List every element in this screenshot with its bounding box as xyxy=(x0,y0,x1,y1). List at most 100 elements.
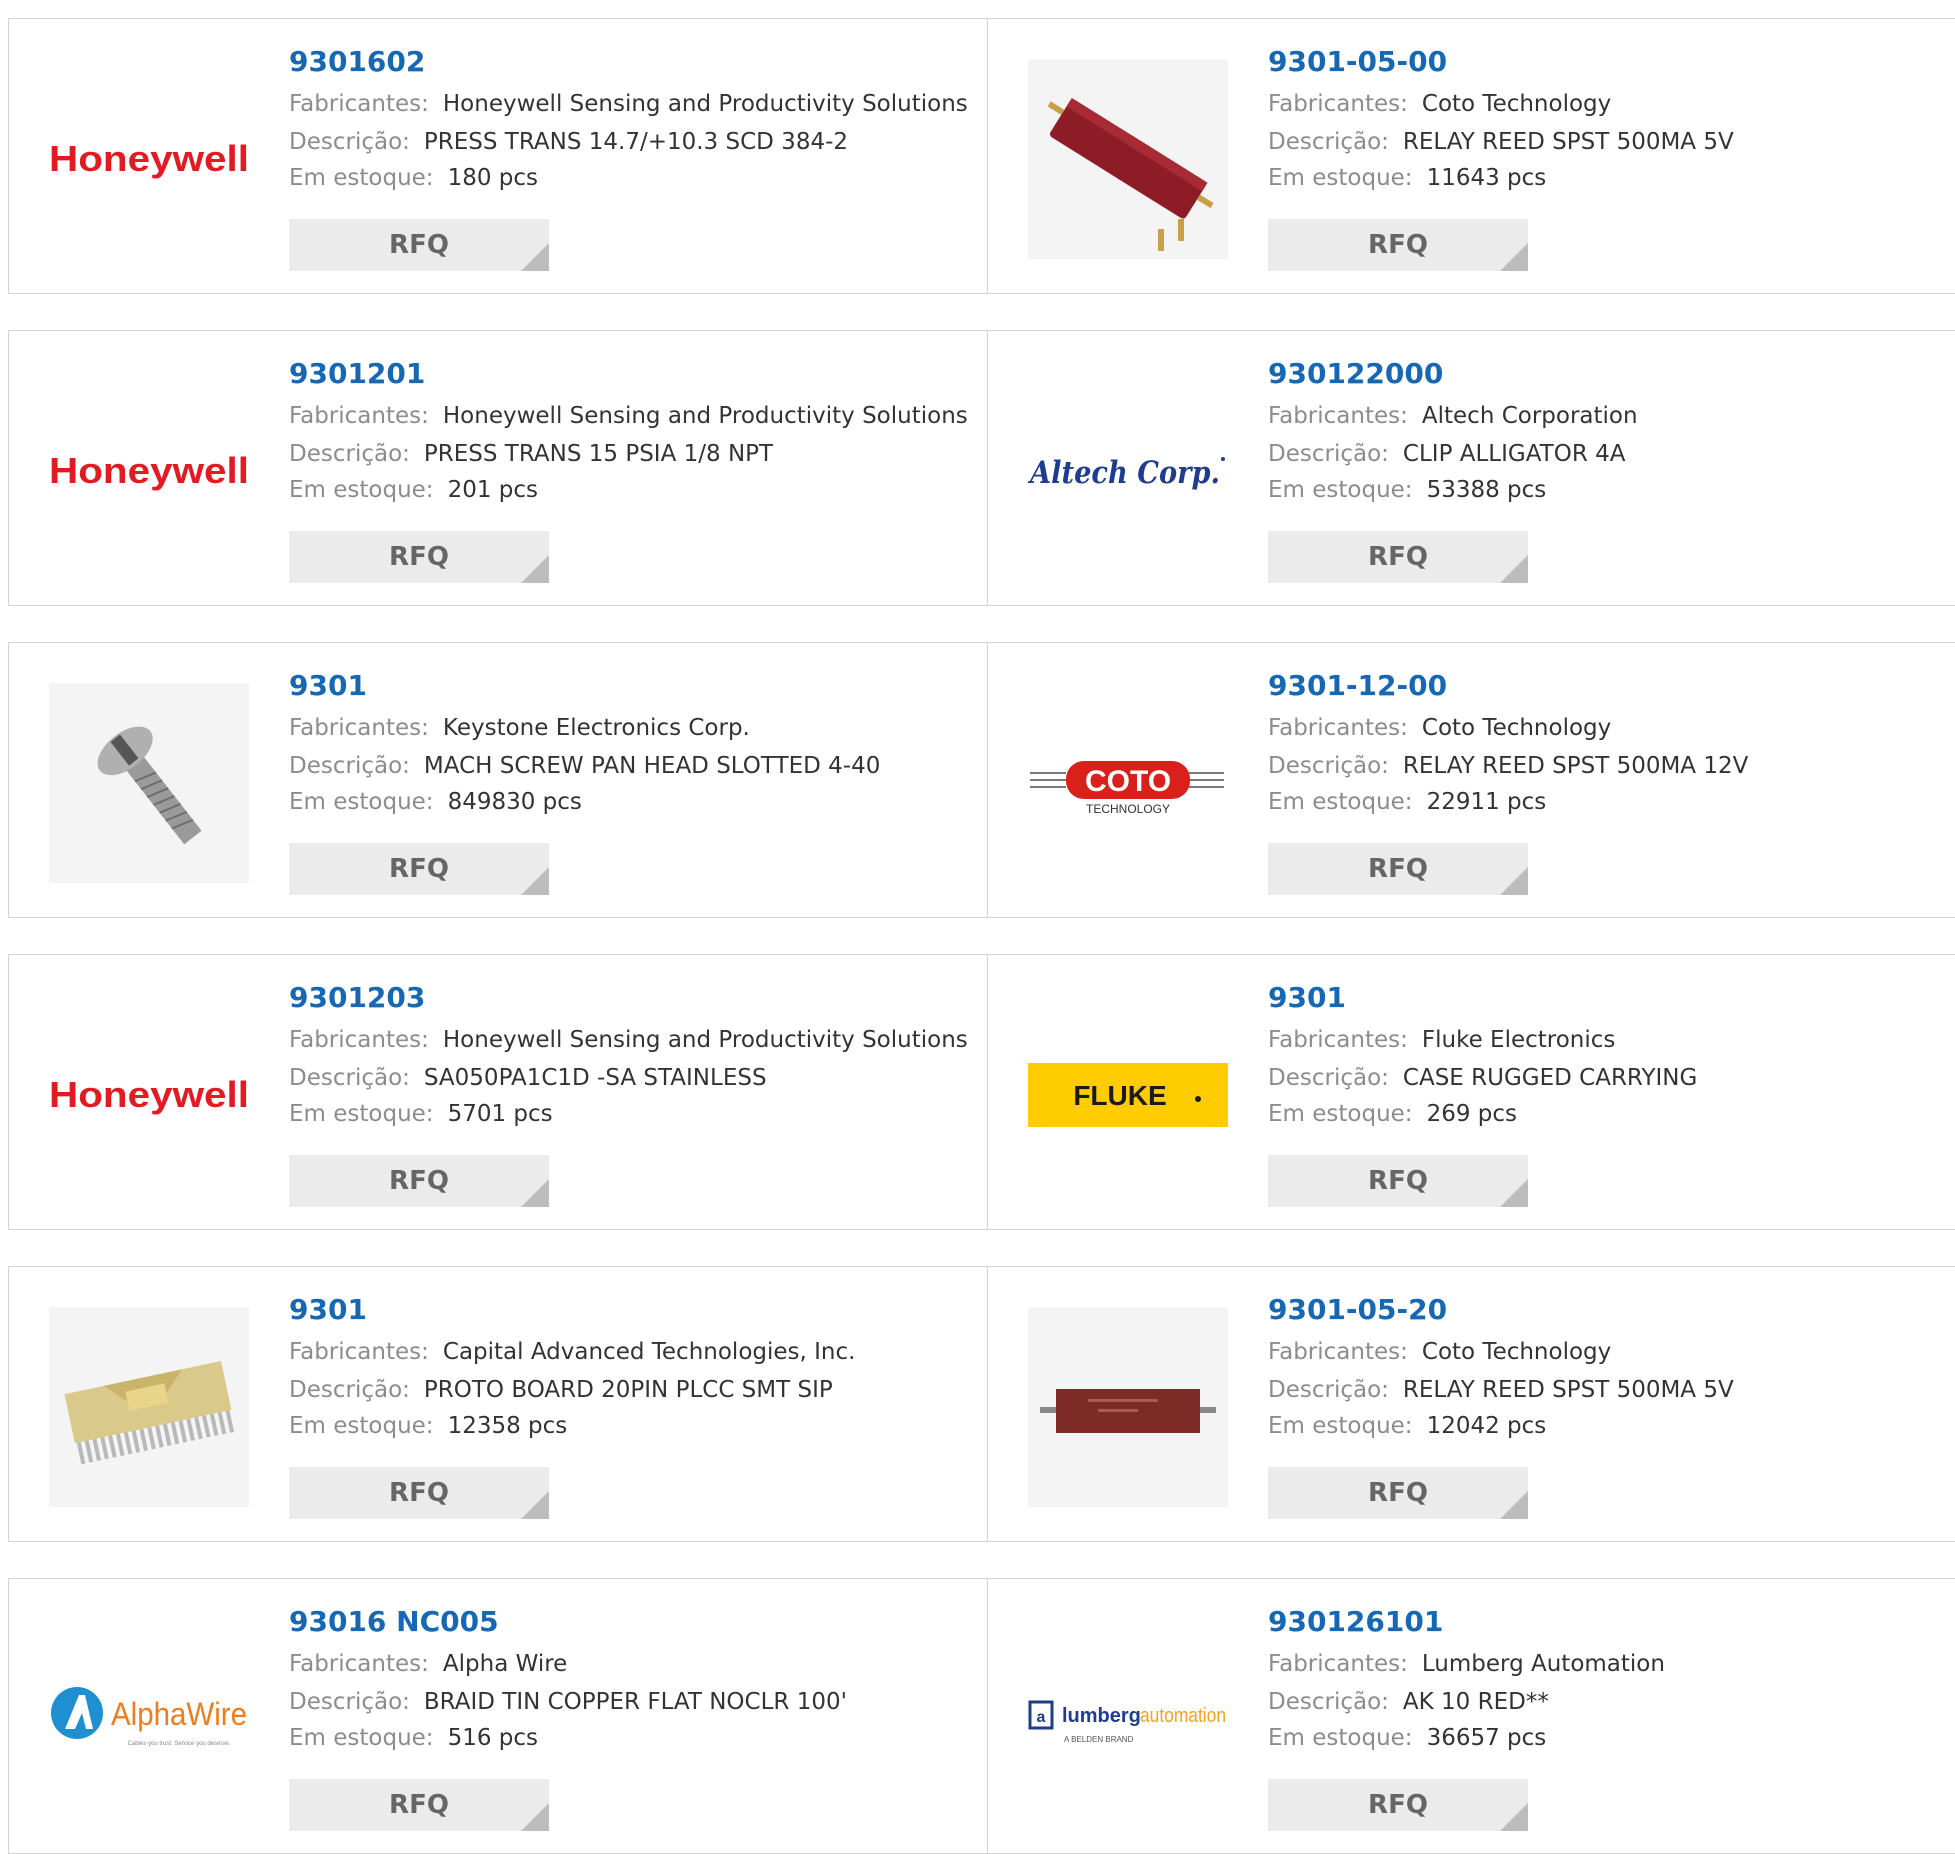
description-row: Descrição: RELAY REED SPST 500MA 5V xyxy=(1268,1377,1734,1403)
product-image[interactable]: a lumberg automation A BELDEN BRAND xyxy=(1028,1619,1228,1819)
product-image[interactable]: Honeywell xyxy=(49,995,249,1195)
rfq-button[interactable]: RFQ xyxy=(289,1779,549,1831)
product-card: 9301 Fabricantes: Capital Advanced Techno… xyxy=(8,1266,988,1542)
svg-text:automation: automation xyxy=(1140,1705,1226,1727)
product-image[interactable] xyxy=(1028,1307,1228,1507)
rfq-button-label: RFQ xyxy=(1368,542,1428,572)
stock-value: 269 pcs xyxy=(1426,1101,1518,1127)
rfq-button-label: RFQ xyxy=(389,230,449,260)
coto-logo-icon: COTO TECHNOLOGY xyxy=(1030,761,1224,816)
part-number-link[interactable]: 9301-05-20 xyxy=(1268,1293,1447,1326)
description-label: Descrição: xyxy=(289,1065,410,1091)
description-row: Descrição: PRESS TRANS 14.7/+10.3 SCD 384… xyxy=(289,129,848,155)
corner-triangle-icon xyxy=(521,1803,549,1831)
product-image[interactable]: Honeywell xyxy=(49,59,249,259)
product-card: Honeywell 9301201 Fabricantes: Honeywell … xyxy=(8,330,988,606)
proto-board-photo-icon xyxy=(49,1307,249,1507)
part-number-link[interactable]: 9301-05-00 xyxy=(1268,45,1447,78)
svg-text:Honeywell: Honeywell xyxy=(49,138,249,179)
rfq-button[interactable]: RFQ xyxy=(1268,531,1528,583)
description-value: SA050PA1C1D -SA STAINLESS xyxy=(423,1065,767,1091)
corner-triangle-icon xyxy=(521,1179,549,1207)
stock-value: 53388 pcs xyxy=(1426,477,1547,503)
part-number-link[interactable]: 9301201 xyxy=(289,357,425,390)
part-number-link[interactable]: 9301 xyxy=(289,669,367,702)
stock-label: Em estoque: xyxy=(1268,1101,1413,1127)
product-image[interactable]: Honeywell xyxy=(49,371,249,571)
description-row: Descrição: BRAID TIN COPPER FLAT NOCLR 10… xyxy=(289,1689,847,1715)
description-value: RELAY REED SPST 500MA 12V xyxy=(1402,753,1749,779)
rfq-button[interactable]: RFQ xyxy=(1268,1155,1528,1207)
manufacturer-label: Fabricantes: xyxy=(1268,1027,1408,1053)
rfq-button[interactable]: RFQ xyxy=(289,219,549,271)
description-label: Descrição: xyxy=(1268,753,1389,779)
description-row: Descrição: MACH SCREW PAN HEAD SLOTTED 4-… xyxy=(289,753,880,779)
stock-label: Em estoque: xyxy=(289,1413,434,1439)
part-number-link[interactable]: 9301 xyxy=(1268,981,1346,1014)
altech-logo-icon: Altech Corp. xyxy=(1028,455,1225,491)
description-value: RELAY REED SPST 500MA 5V xyxy=(1402,129,1734,155)
description-value: MACH SCREW PAN HEAD SLOTTED 4-40 xyxy=(423,753,881,779)
stock-value: 12358 pcs xyxy=(447,1413,568,1439)
product-card: 9301-05-20 Fabricantes: Coto Technology D… xyxy=(987,1266,1955,1542)
manufacturer-value: Altech Corporation xyxy=(1421,403,1638,429)
rfq-button[interactable]: RFQ xyxy=(289,1467,549,1519)
product-image[interactable] xyxy=(49,1307,249,1507)
stock-row: Em estoque: 36657 pcs xyxy=(1268,1725,1546,1751)
description-row: Descrição: RELAY REED SPST 500MA 5V xyxy=(1268,129,1734,155)
part-number-link[interactable]: 9301203 xyxy=(289,981,425,1014)
rfq-button-label: RFQ xyxy=(389,1790,449,1820)
stock-label: Em estoque: xyxy=(289,165,434,191)
screw-photo-icon xyxy=(49,683,249,883)
manufacturer-row: Fabricantes: Fluke Electronics xyxy=(1268,1027,1615,1053)
manufacturer-row: Fabricantes: Lumberg Automation xyxy=(1268,1651,1665,1677)
rfq-button[interactable]: RFQ xyxy=(289,843,549,895)
manufacturer-value: Honeywell Sensing and Productivity Solut… xyxy=(442,1027,968,1053)
stock-row: Em estoque: 12358 pcs xyxy=(289,1413,567,1439)
honeywell-logo-icon: Honeywell xyxy=(49,138,249,179)
product-grid: Honeywell 9301602 Fabricantes: Honeywell … xyxy=(0,0,1955,1854)
stock-label: Em estoque: xyxy=(1268,477,1413,503)
description-label: Descrição: xyxy=(289,753,410,779)
product-image[interactable] xyxy=(49,683,249,883)
alphawire-logo-icon: AlphaWire Cables you trust. Service you … xyxy=(51,1687,247,1747)
stock-row: Em estoque: 22911 pcs xyxy=(1268,789,1546,815)
part-number-link[interactable]: 930122000 xyxy=(1268,357,1443,390)
stock-label: Em estoque: xyxy=(289,789,434,815)
part-number-link[interactable]: 9301-12-00 xyxy=(1268,669,1447,702)
rfq-button[interactable]: RFQ xyxy=(289,1155,549,1207)
manufacturer-value: Keystone Electronics Corp. xyxy=(442,715,750,741)
rfq-button[interactable]: RFQ xyxy=(289,531,549,583)
rfq-button[interactable]: RFQ xyxy=(1268,843,1528,895)
rfq-button[interactable]: RFQ xyxy=(1268,1467,1528,1519)
manufacturer-label: Fabricantes: xyxy=(1268,91,1408,117)
stock-value: 36657 pcs xyxy=(1426,1725,1547,1751)
manufacturer-row: Fabricantes: Coto Technology xyxy=(1268,715,1611,741)
part-number-link[interactable]: 93016 NC005 xyxy=(289,1605,499,1638)
product-image[interactable] xyxy=(1028,59,1228,259)
svg-text:lumberg: lumberg xyxy=(1062,1705,1141,1727)
product-image[interactable]: FLUKE xyxy=(1028,995,1228,1195)
rfq-button[interactable]: RFQ xyxy=(1268,1779,1528,1831)
stock-row: Em estoque: 5701 pcs xyxy=(289,1101,553,1127)
part-number-link[interactable]: 9301602 xyxy=(289,45,425,78)
stock-row: Em estoque: 849830 pcs xyxy=(289,789,582,815)
stock-label: Em estoque: xyxy=(289,1101,434,1127)
description-row: Descrição: CLIP ALLIGATOR 4A xyxy=(1268,441,1625,467)
description-label: Descrição: xyxy=(1268,441,1389,467)
manufacturer-row: Fabricantes: Coto Technology xyxy=(1268,1339,1611,1365)
corner-triangle-icon xyxy=(1500,243,1528,271)
rfq-button-label: RFQ xyxy=(1368,1478,1428,1508)
manufacturer-value: Honeywell Sensing and Productivity Solut… xyxy=(442,91,968,117)
product-image[interactable]: COTO TECHNOLOGY xyxy=(1028,683,1228,883)
svg-text:FLUKE: FLUKE xyxy=(1073,1080,1166,1111)
manufacturer-row: Fabricantes: Altech Corporation xyxy=(1268,403,1638,429)
part-number-link[interactable]: 9301 xyxy=(289,1293,367,1326)
description-label: Descrição: xyxy=(289,129,410,155)
rfq-button[interactable]: RFQ xyxy=(1268,219,1528,271)
rfq-button-label: RFQ xyxy=(1368,1166,1428,1196)
product-image[interactable]: Altech Corp. xyxy=(1028,371,1228,571)
part-number-link[interactable]: 930126101 xyxy=(1268,1605,1443,1638)
product-image[interactable]: AlphaWire Cables you trust. Service you … xyxy=(49,1619,249,1819)
product-card: COTO TECHNOLOGY 9301-12-00 Fabricantes: C… xyxy=(987,642,1955,918)
